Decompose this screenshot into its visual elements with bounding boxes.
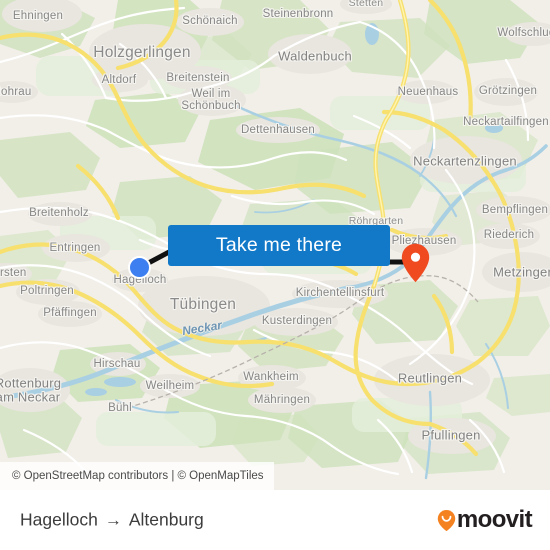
footer-bar: Hagelloch → Altenburg moovit	[0, 490, 550, 550]
map-screenshot-root: Ehningen Schönaich Steinenbronn Stetten Wolf…	[0, 0, 550, 550]
moovit-wordmark: moovit	[456, 506, 533, 533]
destination-marker-altenburg[interactable]	[401, 243, 430, 283]
moovit-logo[interactable]: moovit	[437, 506, 533, 533]
route-arrow-icon: →	[104, 510, 122, 530]
take-me-there-button[interactable]: Take me there	[168, 225, 390, 266]
moovit-pin-icon	[437, 509, 456, 532]
map-attribution[interactable]: © OpenStreetMap contributors | © OpenMap…	[0, 462, 274, 490]
route-origin-label: Hagelloch	[20, 509, 98, 530]
map-canvas[interactable]: Ehningen Schönaich Steinenbronn Stetten Wolf…	[0, 0, 550, 490]
route-summary: Hagelloch → Altenburg	[20, 510, 204, 531]
route-destination-label: Altenburg	[128, 509, 204, 530]
origin-marker-hagelloch[interactable]	[128, 256, 151, 279]
